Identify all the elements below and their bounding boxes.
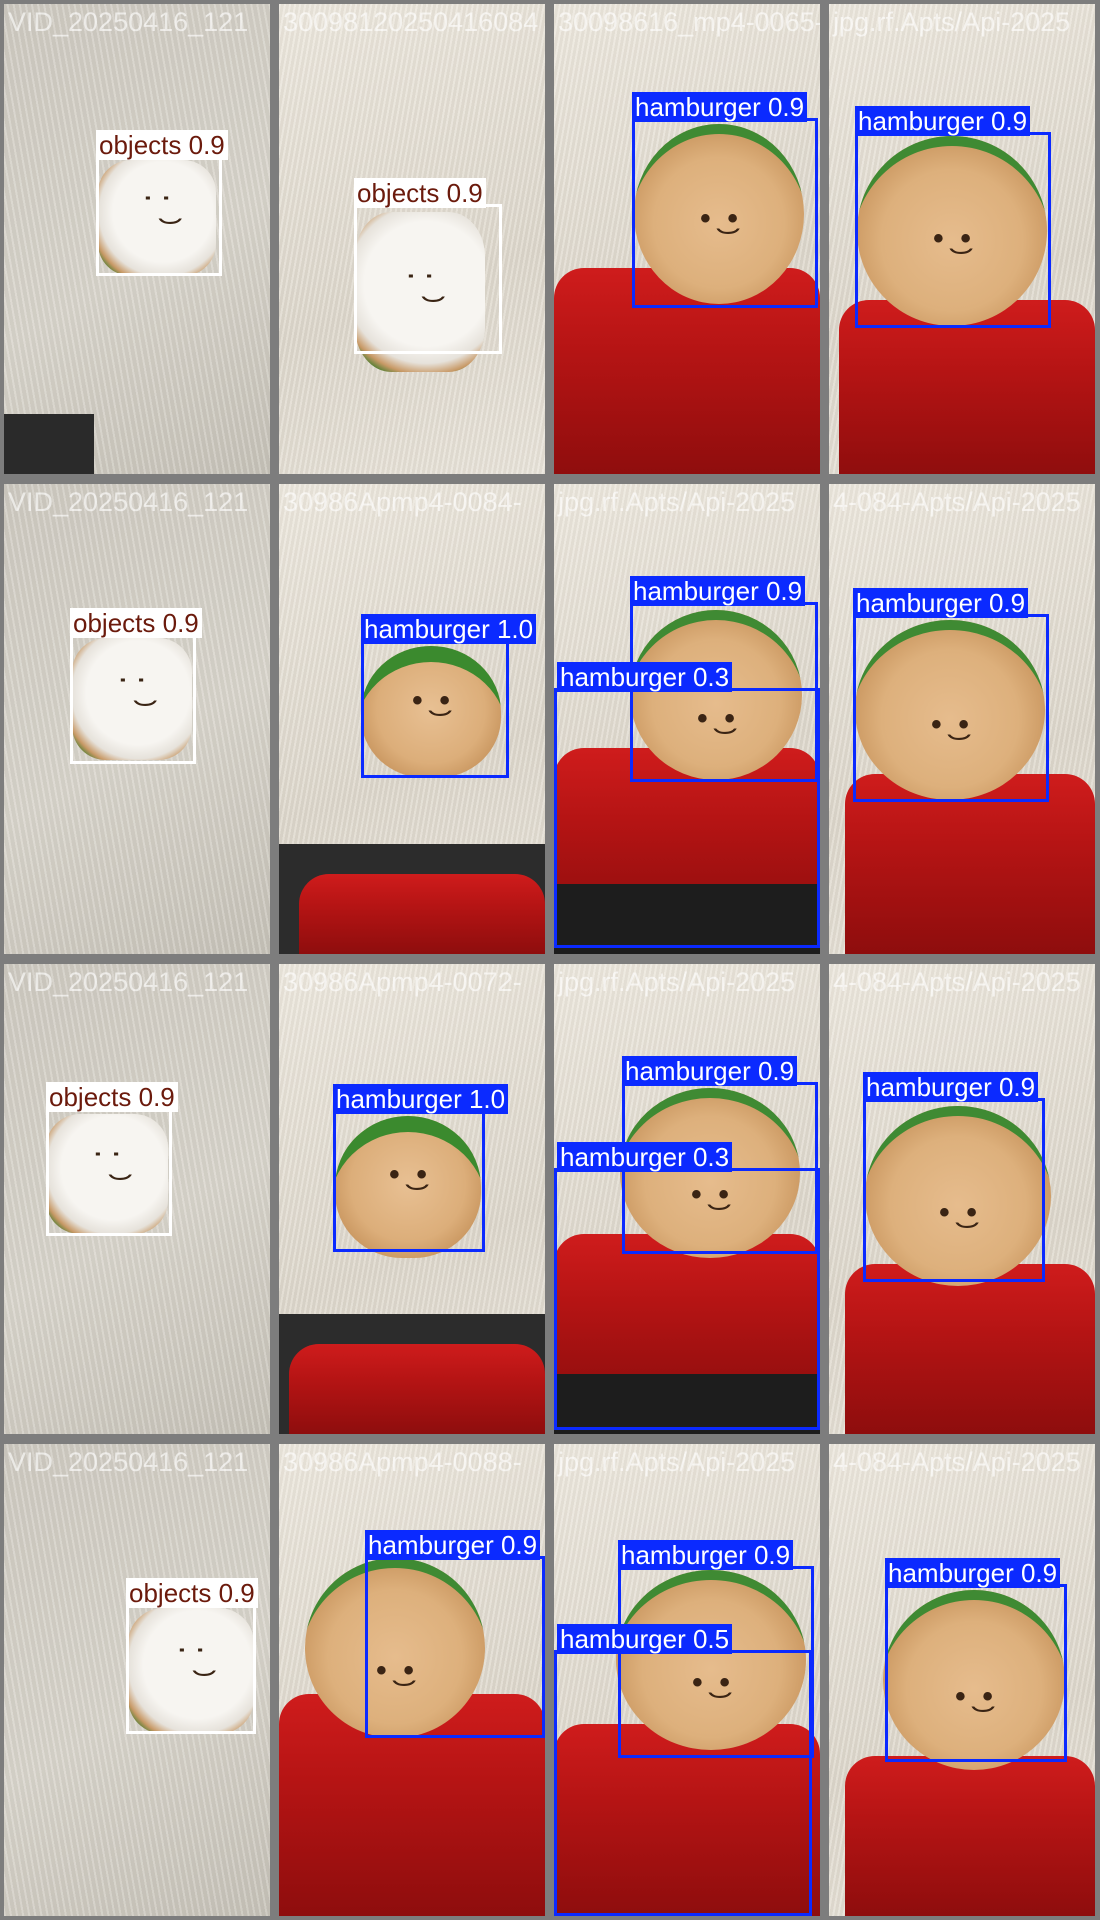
tile-r2c3: • ͜ • hamburger 0.9 hamburger 0.3 jpg.rf… [554,484,820,954]
tile-filename: VID_20250416_121 [8,487,249,517]
tile-r4c1: ˙ ͜˙ objects 0.9 VID_20250416_121 [4,1444,270,1916]
hamburger-box: hamburger 0.5 [554,1624,812,1916]
hamburger-label: hamburger 0.9 [855,106,1031,136]
hamburger-label: hamburger 0.9 [365,1530,541,1560]
hamburger-label: hamburger 0.9 [630,576,806,606]
hamburger-box: hamburger 0.9 [885,1558,1067,1762]
tile-r1c1: ˙ ͜˙ objects 0.9 VID_20250416_121 [4,4,270,474]
tile-filename: 4-084-Apts/Api-2025 [833,967,1081,997]
hamburger-box: hamburger 1.0 [361,614,537,778]
tile-filename: jpg.rf.Apts/Api-2025 [558,487,796,517]
tile-filename: VID_20250416_121 [8,967,249,997]
tile-filename: 30098616_mp4-0065- [558,7,820,37]
objects-label: objects 0.9 [126,1578,258,1608]
hamburger-box: hamburger 0.3 [554,1142,820,1430]
hamburger-label: hamburger 0.3 [557,662,733,692]
hamburger-box: hamburger 1.0 [333,1084,509,1252]
hamburger-box: hamburger 0.9 [855,106,1051,328]
hamburger-label: hamburger 1.0 [333,1084,509,1114]
red-chair [845,1264,1095,1434]
objects-box: objects 0.9 [354,178,502,354]
red-chair [289,1344,545,1434]
tile-r1c2: ˙ ͜˙ objects 0.9 30098120250416084 [279,4,545,474]
hamburger-box: hamburger 0.9 [365,1530,545,1738]
tile-r1c3: • ͜ • hamburger 0.9 30098616_mp4-0065- [554,4,820,474]
background-shadow [4,414,94,474]
tile-filename: jpg.rf.Apts/Api-2025 [558,967,796,997]
tile-filename: VID_20250416_121 [8,1447,249,1477]
hamburger-label: hamburger 0.9 [618,1540,794,1570]
tile-filename: 4-084-Apts/Api-2025 [833,1447,1081,1477]
tile-r3c3: • ͜ • hamburger 0.9 hamburger 0.3 jpg.rf… [554,964,820,1434]
hamburger-label: hamburger 0.9 [622,1056,798,1086]
tile-filename: 4-084-Apts/Api-2025 [833,487,1081,517]
tile-r2c4: • ͜ • hamburger 0.9 4-084-Apts/Api-2025 [829,484,1095,954]
objects-label: objects 0.9 [46,1082,178,1112]
objects-box: objects 0.9 [46,1082,178,1236]
hamburger-label: hamburger 0.9 [853,588,1029,618]
hamburger-box: hamburger 0.9 [863,1072,1045,1282]
tile-filename: 30986Apmp4-0072- [283,967,522,997]
tile-filename: 30098120250416084 [283,7,539,37]
tile-filename: jpg.rf.Apts/Api-2025 [558,1447,796,1477]
tile-filename: jpg.rf.Apts/Api-2025 [833,7,1071,37]
objects-label: objects 0.9 [354,178,486,208]
tile-r2c1: ˙ ͜˙ objects 0.9 VID_20250416_121 [4,484,270,954]
objects-box: objects 0.9 [96,130,228,276]
tile-r4c4: • ͜ • hamburger 0.9 4-084-Apts/Api-2025 [829,1444,1095,1916]
objects-label: objects 0.9 [96,130,228,160]
detection-mosaic: ˙ ͜˙ objects 0.9 VID_20250416_121 ˙ ͜˙ o… [0,0,1100,1920]
red-chair [845,1756,1095,1916]
hamburger-label: hamburger 0.3 [557,1142,733,1172]
hamburger-label: hamburger 1.0 [361,614,537,644]
hamburger-label: hamburger 0.9 [863,1072,1039,1102]
hamburger-box: hamburger 0.9 [853,588,1049,802]
hamburger-box: hamburger 0.9 [632,92,818,308]
hamburger-box: hamburger 0.3 [554,662,820,948]
objects-label: objects 0.9 [70,608,202,638]
tile-r3c1: ˙ ͜˙ objects 0.9 VID_20250416_121 [4,964,270,1434]
tile-r4c2: • ͜ • hamburger 0.9 30986Apmp4-0088- [279,1444,545,1916]
tile-filename: VID_20250416_121 [8,7,249,37]
red-chair [299,874,545,954]
objects-box: objects 0.9 [70,608,202,764]
tile-filename: 30986Apmp4-0084- [283,487,522,517]
hamburger-label: hamburger 0.9 [632,92,808,122]
tile-r1c4: • ͜ • hamburger 0.9 jpg.rf.Apts/Api-2025 [829,4,1095,474]
tile-r2c2: • ͜ • hamburger 1.0 30986Apmp4-0084- [279,484,545,954]
tile-filename: 30986Apmp4-0088- [283,1447,522,1477]
hamburger-label: hamburger 0.5 [557,1624,733,1654]
objects-box: objects 0.9 [126,1578,258,1734]
tile-r3c4: • ͜ • hamburger 0.9 4-084-Apts/Api-2025 [829,964,1095,1434]
tile-r3c2: • ͜ • hamburger 1.0 30986Apmp4-0072- [279,964,545,1434]
hamburger-label: hamburger 0.9 [885,1558,1061,1588]
tile-r4c3: • ͜ • hamburger 0.9 hamburger 0.5 jpg.rf… [554,1444,820,1916]
